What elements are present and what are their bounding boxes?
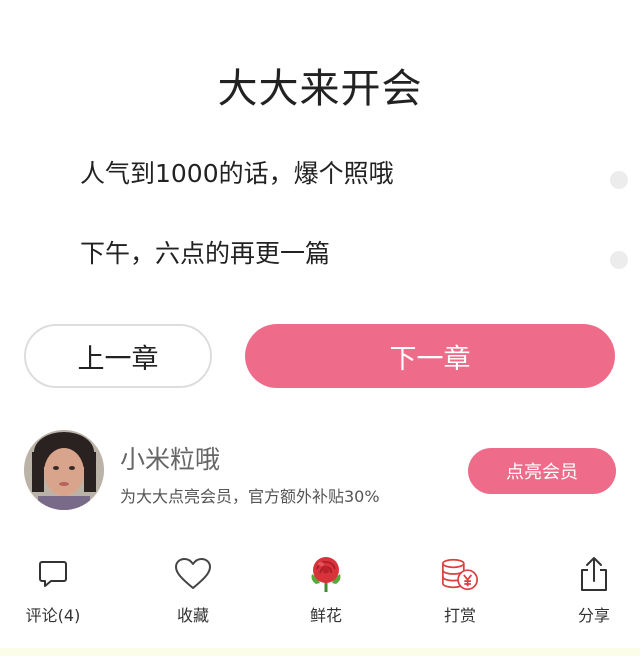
share-label: 分享 [577, 606, 610, 625]
reward-label: 打赏 [443, 606, 476, 625]
share-icon [574, 554, 614, 594]
coins-icon [440, 554, 480, 594]
comment-icon [33, 554, 73, 594]
comment-button[interactable]: 评论(4) [8, 548, 98, 638]
paragraph-2: 下午，六点的再更一篇 [80, 239, 331, 268]
share-button[interactable]: 分享 [549, 548, 639, 638]
next-chapter-label: 下一章 [389, 343, 471, 375]
vip-button[interactable]: 点亮会员 [468, 448, 616, 494]
comment-label: 评论(4) [25, 606, 81, 625]
action-bar: 评论(4) 收藏 鲜花 打赏 分享 [0, 548, 640, 638]
favorite-button[interactable]: 收藏 [148, 548, 238, 638]
favorite-label: 收藏 [176, 606, 209, 625]
heart-icon [173, 554, 213, 594]
rose-icon [306, 554, 346, 594]
chapter-title: 大大来开会 [217, 66, 423, 112]
paragraph-1: 人气到1000的话，爆个照哦 [80, 159, 394, 188]
flower-label: 鲜花 [309, 606, 342, 625]
paragraph-comment-dot-1[interactable] [610, 171, 628, 189]
bottom-divider [0, 648, 640, 656]
prev-chapter-button[interactable]: 上一章 [24, 324, 212, 388]
paragraph-comment-dot-2[interactable] [610, 251, 628, 269]
vip-button-label: 点亮会员 [506, 462, 578, 483]
prev-chapter-label: 上一章 [77, 343, 159, 375]
vip-promo-text: 为大大点亮会员，官方额外补贴30% [120, 487, 380, 506]
flower-button[interactable]: 鲜花 [281, 548, 371, 638]
author-name[interactable]: 小米粒哦 [120, 440, 220, 476]
next-chapter-button[interactable]: 下一章 [245, 324, 615, 388]
author-avatar[interactable] [24, 430, 104, 510]
reward-button[interactable]: 打赏 [415, 548, 505, 638]
